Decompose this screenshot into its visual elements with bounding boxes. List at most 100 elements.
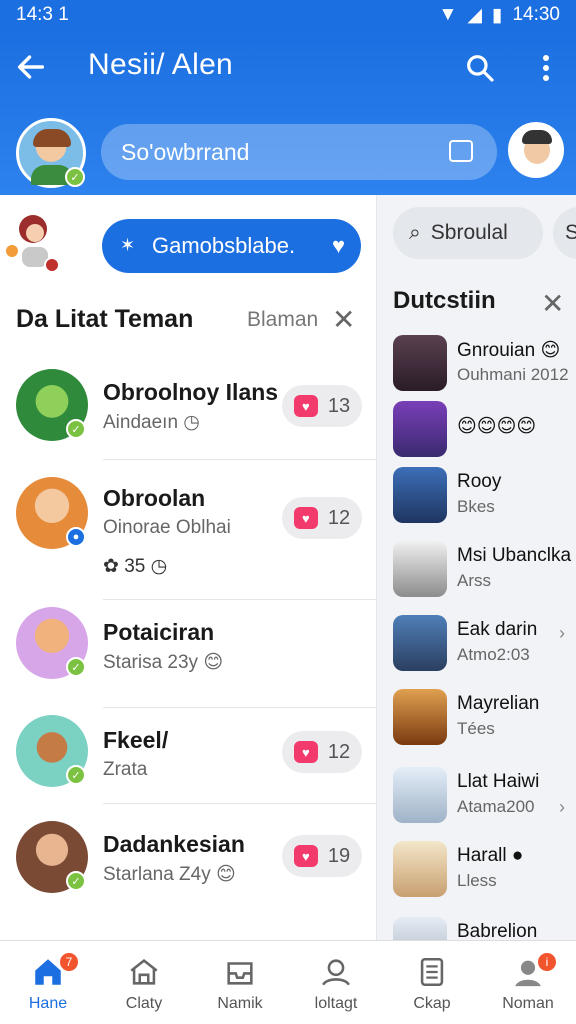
clock-icon: ◷ [183, 412, 200, 433]
nav-ckap[interactable]: Ckap [384, 941, 480, 1024]
chevron-right-icon[interactable]: › [559, 797, 565, 818]
my-avatar[interactable]: ✓ [16, 118, 86, 188]
item-name: Rooy [457, 471, 502, 492]
list-item[interactable]: Rooy Bkes [393, 467, 576, 535]
message-icon: ♥ [293, 507, 318, 529]
sparkle-icon: ✶ [120, 235, 136, 255]
person-icon [322, 959, 350, 986]
search-icon: ⌕ [409, 221, 421, 244]
chat-row[interactable]: ✓ Potaiciran Starisa 23y 😊 [0, 607, 376, 715]
item-sub: Tées [457, 719, 495, 738]
chat-row[interactable]: ● Obroolan Oinorae Oblhai ✿ 35 ◷ ♥ 12 [0, 469, 376, 607]
thumbnail [393, 841, 447, 897]
item-sub: Lless [457, 871, 497, 890]
more-vert-icon[interactable] [534, 52, 558, 84]
item-sub: Bkes [457, 497, 495, 516]
panel-title: Dutcstiin [393, 287, 496, 314]
clock-icon: ◷ [150, 556, 168, 577]
list-item[interactable]: Msi Ubanclka Arss [393, 541, 576, 609]
list-item[interactable]: Gnrouian 😊 Ouhmani 2012 [393, 335, 576, 403]
thumbnail [393, 467, 447, 523]
message-count[interactable]: ♥ 12 [282, 731, 362, 773]
verified-badge: ● [66, 527, 86, 547]
search-input[interactable]: So'owbrrand [101, 124, 497, 180]
chevron-right-icon[interactable]: › [559, 623, 565, 644]
emoji-icon: 😊 [216, 864, 236, 885]
notification-badge: 7 [58, 951, 80, 973]
item-name: Harall ● [457, 845, 524, 866]
list-item[interactable]: Mayrelian Tées [393, 689, 576, 757]
close-icon[interactable]: ✕ [541, 287, 564, 320]
thumbnail [393, 335, 447, 391]
list-item[interactable]: Babrelion [393, 917, 576, 940]
chat-status: Zrata [103, 759, 148, 780]
list-item[interactable]: Harall ● Lless [393, 841, 576, 909]
girl-avatar-icon[interactable] [4, 207, 62, 273]
image-icon[interactable] [449, 140, 473, 162]
chat-name: Obroolan [103, 485, 206, 511]
document-icon [420, 957, 444, 987]
chat-extra: ✿ 35 ◷ [103, 556, 168, 577]
nav-claty[interactable]: Claty [96, 941, 192, 1024]
panel-search-label: Sbroulal [430, 221, 508, 244]
friends-panel: ✶ Gamobsblabe. ♥ Da Litat Teman Blaman ✕… [0, 195, 376, 940]
profile-avatar[interactable] [508, 122, 564, 178]
search-icon[interactable] [464, 52, 496, 84]
leaf-icon: ✿ [103, 556, 119, 577]
close-icon[interactable]: ✕ [332, 306, 355, 334]
thumbnail [393, 689, 447, 745]
leaf-icon: ● [511, 845, 524, 866]
house-outline-icon [130, 959, 158, 985]
page-title: Nesii/ Alen [88, 48, 234, 81]
thumbnail [393, 541, 447, 597]
message-count[interactable]: ♥ 13 [282, 385, 362, 427]
status-time-left: 14:3 1 [16, 4, 69, 25]
chat-status: Starisa 23y 😊 [103, 652, 224, 673]
online-badge: ✓ [66, 419, 86, 439]
message-icon: ♥ [293, 845, 318, 867]
nav-loltagt[interactable]: loltagt [288, 941, 384, 1024]
chat-row[interactable]: ✓ Fkeel/ Zrata ♥ 12 [0, 715, 376, 823]
battery-icon: ▮ [491, 4, 503, 26]
heart-icon: ♥ [331, 233, 345, 258]
nav-home[interactable]: Hane 7 [0, 941, 96, 1024]
online-badge: ✓ [66, 657, 86, 677]
item-sub: Atama200 [457, 797, 535, 816]
message-icon: ♥ [293, 395, 318, 417]
thumbnail [393, 767, 447, 823]
item-name: Gnrouian 😊 [457, 340, 561, 361]
online-badge: ✓ [65, 167, 85, 187]
thumbnail [393, 917, 447, 940]
thumbnail [393, 401, 447, 457]
list-item[interactable]: Eak darin Atmo2:03 › [393, 615, 576, 683]
online-badge: ✓ [66, 871, 86, 891]
message-count[interactable]: ♥ 12 [282, 497, 362, 539]
discussion-panel: ⌕ Sbroulal S Dutcstiin ✕ Gnrouian 😊 Ouhm… [376, 195, 576, 940]
chat-row[interactable]: ✓ Obroolnoy Ilans Aindaeın ◷ ♥ 13 [0, 365, 376, 469]
item-name: Babrelion [457, 921, 538, 940]
nav-noman[interactable]: Noman i [480, 941, 576, 1024]
wifi-icon: ▼ [438, 4, 458, 25]
inbox-icon [227, 962, 253, 985]
section-subtitle[interactable]: Blaman [247, 308, 318, 332]
nav-namik[interactable]: Namik [192, 941, 288, 1024]
chat-status: Aindaeın ◷ [103, 412, 200, 433]
list-item[interactable]: Llat Haiwi Atama200 › [393, 767, 576, 835]
status-bar: 14:3 1 ▼ ◢ ▮ 14:30 [0, 0, 576, 30]
back-arrow-icon[interactable] [14, 50, 48, 84]
message-count[interactable]: ♥ 19 [282, 835, 362, 877]
games-button[interactable]: ✶ Gamobsblabe. ♥ [102, 219, 361, 273]
online-badge: ✓ [66, 765, 86, 785]
chat-name: Dadankesian [103, 831, 245, 857]
panel-search-chip-2[interactable]: S [553, 207, 576, 259]
item-sub: Atmo2:03 [457, 645, 530, 664]
chat-row[interactable]: ✓ Dadankesian Starlana Z4y 😊 ♥ 19 [0, 815, 376, 925]
chat-name: Obroolnoy Ilans [103, 379, 279, 405]
app-bar: Nesii/ Alen ✓ So'owbrrand [0, 30, 576, 195]
section-title: Da Litat Teman [16, 305, 194, 333]
panel-search-chip[interactable]: ⌕ Sbroulal [393, 207, 543, 259]
emoji-icon: 😊 [203, 652, 224, 673]
thumbnail [393, 615, 447, 671]
list-item[interactable]: 😊😊😊😊 [393, 401, 576, 469]
chat-status: Oinorae Oblhai [103, 517, 231, 538]
